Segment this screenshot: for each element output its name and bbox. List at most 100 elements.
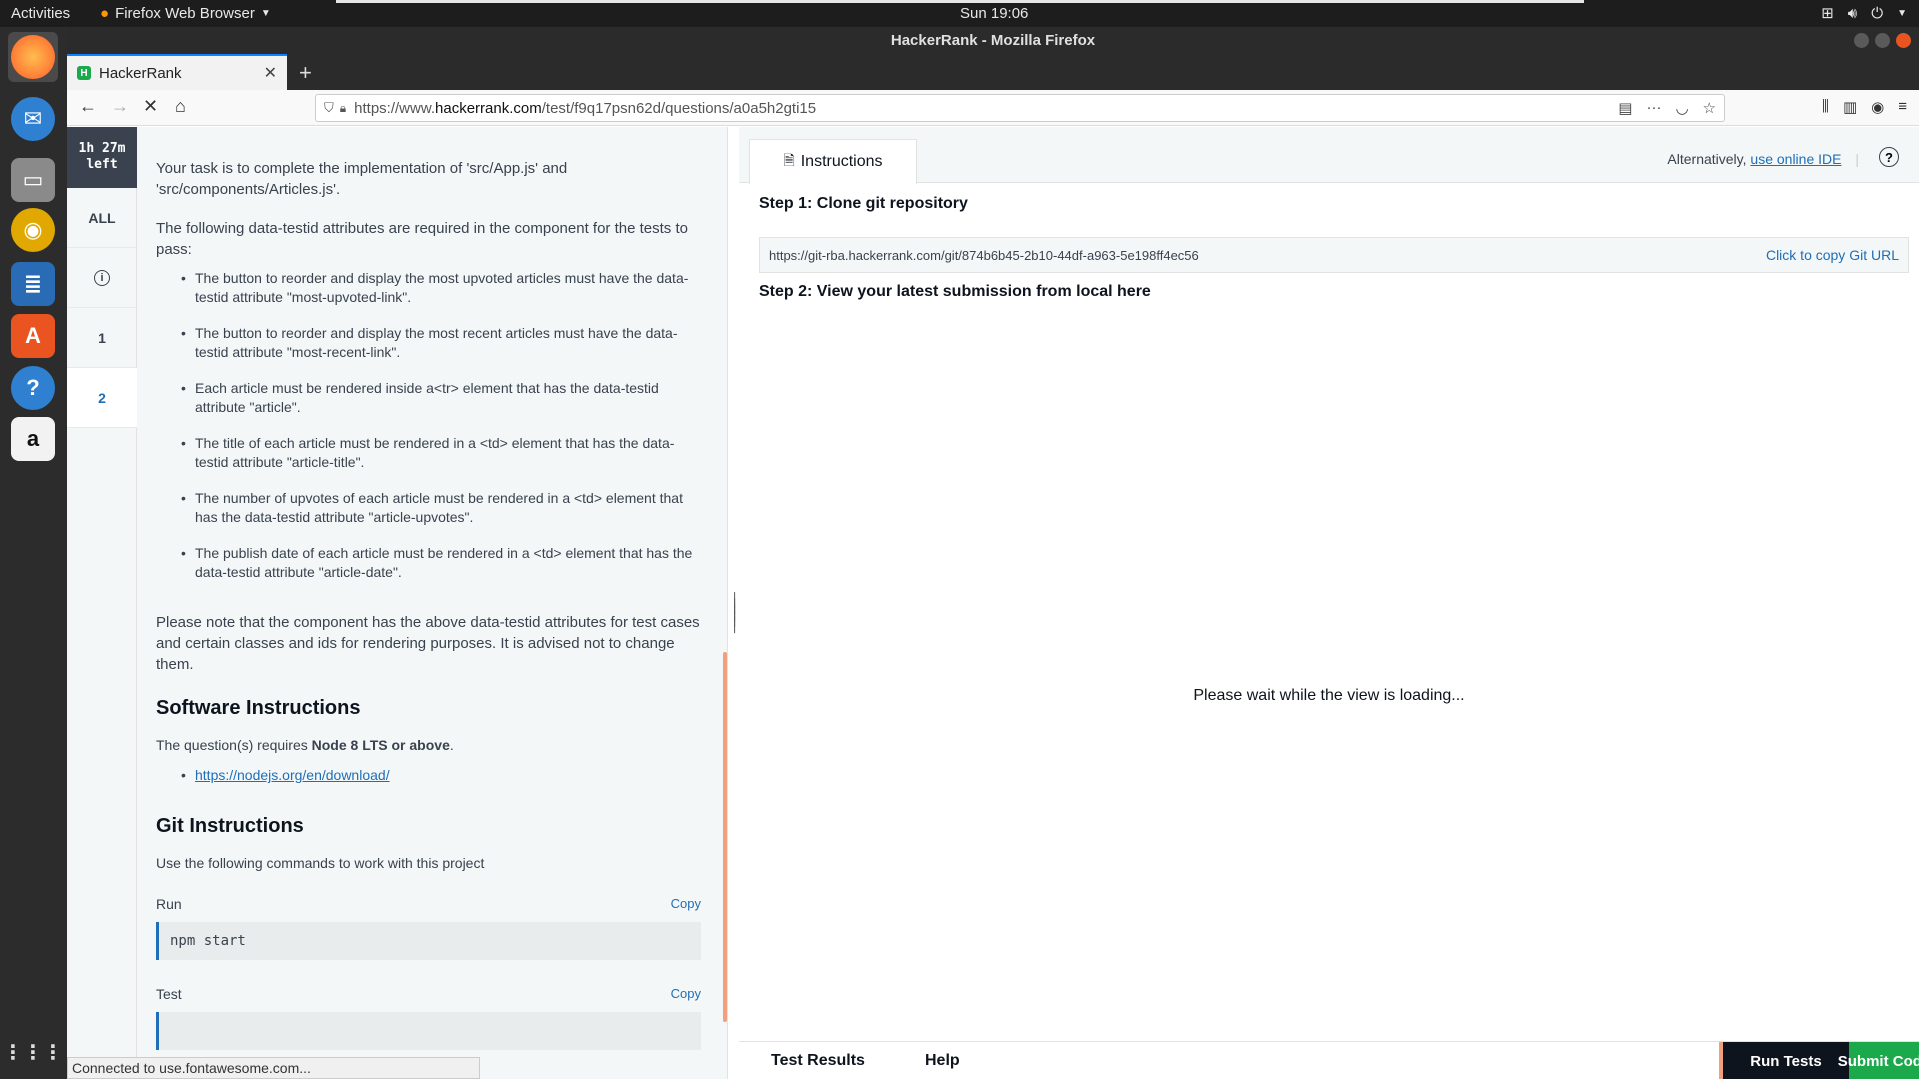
dock-files[interactable]: ▭ (8, 155, 58, 205)
new-tab-button[interactable]: + (299, 60, 312, 86)
url-bar[interactable]: ⛉ 🔒︎ https://www. hackerrank.com/test/f9q… (315, 94, 1725, 122)
bottom-action-bar: Test Results Help Run Tests Submit Code (739, 1041, 1919, 1079)
dock-firefox[interactable] (8, 32, 58, 82)
online-ide-prompt: Alternatively, use online IDE | (1667, 151, 1859, 167)
close-window-button[interactable] (1896, 33, 1911, 48)
workspace-panel: 🗎 Instructions Alternatively, use online… (739, 127, 1919, 1079)
time-left: 1h 27m left (67, 127, 137, 188)
submit-code-button[interactable]: Submit Code (1838, 1042, 1919, 1079)
activities-button[interactable]: Activities (11, 5, 70, 22)
question-all[interactable]: ALL (67, 188, 137, 248)
bookmark-star-icon[interactable]: ☆ (1703, 99, 1716, 117)
test-command-header: Test Copy (156, 986, 701, 1002)
copy-git-url-button[interactable]: Click to copy Git URL (1766, 247, 1899, 263)
dock-software[interactable]: A (8, 311, 58, 361)
list-item: The button to reorder and display the mo… (181, 324, 701, 362)
help-icon: ? (11, 366, 55, 410)
chevron-down-icon: ▼ (1897, 7, 1907, 19)
speaker-icon: ◉ (11, 208, 55, 252)
step2-heading: Step 2: View your latest submission from… (759, 283, 1151, 300)
dock-show-apps[interactable]: ⋮⋮⋮ (3, 1027, 63, 1077)
navigation-toolbar: ← → ✕ ⌂ ⛉ 🔒︎ https://www. hackerrank.com /… (67, 90, 1919, 126)
url-host: hackerrank.com (435, 99, 542, 117)
files-icon: ▭ (11, 158, 55, 202)
library-icon[interactable]: ⫼ (1822, 98, 1829, 116)
back-button[interactable]: ← (79, 96, 97, 117)
url-bar-actions: ▤ ··· ◡ ☆ (1618, 99, 1716, 117)
dock-thunderbird[interactable]: ✉ (8, 94, 58, 144)
volume-icon: 🔊︎ (1847, 4, 1858, 22)
copy-test-button[interactable]: Copy (671, 986, 701, 1002)
attributes-intro: The following data-testid attributes are… (156, 220, 688, 258)
document-icon: 🗎 (783, 152, 795, 168)
app-menu[interactable]: ● Firefox Web Browser ▼ (100, 5, 271, 22)
window-controls (1854, 33, 1911, 48)
software-text: The question(s) requires Node 8 LTS or a… (156, 735, 701, 756)
help-icon[interactable]: ? (1879, 147, 1899, 167)
tab-title: HackerRank (99, 64, 182, 82)
software-text-prefix: The question(s) requires (156, 737, 312, 753)
copy-run-button[interactable]: Copy (671, 896, 701, 912)
problem-statement: Your task is to complete the implementat… (137, 127, 727, 1079)
maximize-button[interactable] (1875, 33, 1890, 48)
apps-grid-icon: ⋮⋮⋮ (3, 1041, 63, 1064)
software-text-suffix: . (449, 737, 454, 753)
nodejs-download-link[interactable]: https://nodejs.org/en/download/ (195, 767, 390, 783)
dock-help[interactable]: ? (8, 363, 58, 413)
software-center-icon: A (11, 314, 55, 358)
status-bar: Connected to use.fontawesome.com... (67, 1057, 480, 1079)
help-tab[interactable]: Help (925, 1052, 960, 1070)
note-text: Please note that the component has the a… (156, 614, 700, 673)
question-1[interactable]: 1 (67, 308, 137, 368)
run-label: Run (156, 896, 182, 912)
sidebar-icon[interactable]: ▥ (1843, 98, 1857, 116)
question-info[interactable]: i (67, 248, 137, 308)
writer-icon: ≣ (11, 262, 55, 306)
page-actions-icon[interactable]: ··· (1646, 99, 1661, 117)
git-heading: Git Instructions (156, 815, 304, 837)
software-links: https://nodejs.org/en/download/ (156, 766, 701, 785)
firefox-icon (11, 35, 55, 79)
list-item: The title of each article must be render… (181, 434, 701, 472)
lock-icon: 🔒︎ (339, 100, 347, 115)
dock-writer[interactable]: ≣ (8, 259, 58, 309)
step1-heading: Step 1: Clone git repository (759, 195, 968, 212)
system-tray[interactable]: ⊞ 🔊︎ ⏻ ▼ (1821, 4, 1907, 23)
question-2[interactable]: 2 (67, 368, 137, 428)
git-text: Use the following commands to work with … (156, 855, 485, 871)
network-icon: ⊞ (1821, 5, 1834, 22)
app-menu-label: Firefox Web Browser (115, 5, 255, 22)
amazon-icon: a (11, 417, 55, 461)
info-icon: i (94, 269, 110, 286)
dock-amazon[interactable]: a (8, 414, 58, 464)
toolbar-icons: ⫼ ▥ ◉ ≡ (1822, 98, 1907, 116)
list-item: The publish date of each article must be… (181, 544, 701, 582)
clock[interactable]: Sun 19:06 (960, 5, 1028, 22)
alt-prefix: Alternatively, (1667, 151, 1747, 167)
run-tests-button[interactable]: Run Tests (1719, 1042, 1849, 1079)
list-item: The button to reorder and display the mo… (181, 269, 701, 307)
close-tab-icon[interactable]: ✕ (264, 63, 277, 83)
home-button[interactable]: ⌂ (175, 96, 186, 117)
task-intro: Your task is to complete the implementat… (156, 160, 568, 198)
forward-button[interactable]: → (111, 96, 129, 117)
account-icon[interactable]: ◉ (1871, 98, 1884, 116)
tab-instructions[interactable]: 🗎 Instructions (749, 139, 917, 184)
page-content: 1h 27m left ALL i 1 2 Your task is to co… (67, 127, 1919, 1079)
shield-icon: ⛉ (324, 100, 334, 115)
test-results-tab[interactable]: Test Results (771, 1052, 865, 1070)
stop-loading-button[interactable]: ✕ (143, 96, 158, 117)
chevron-down-icon: ▼ (260, 8, 271, 19)
reader-view-icon[interactable]: ▤ (1618, 99, 1632, 117)
panel-resizer[interactable]: │ │ │ │ │ (727, 127, 740, 1079)
pocket-icon[interactable]: ◡ (1675, 99, 1688, 117)
tab-hackerrank[interactable]: H HackerRank ✕ (67, 54, 287, 90)
dock-rhythmbox[interactable]: ◉ (8, 205, 58, 255)
minimize-button[interactable] (1854, 33, 1869, 48)
use-online-ide-link[interactable]: use online IDE (1750, 151, 1841, 167)
git-url-box: https://git-rba.hackerrank.com/git/874b6… (759, 237, 1909, 273)
thunderbird-icon: ✉ (11, 97, 55, 141)
window-title: HackerRank - Mozilla Firefox (890, 32, 1096, 49)
menu-icon[interactable]: ≡ (1898, 98, 1907, 116)
attributes-list: The button to reorder and display the mo… (156, 269, 701, 582)
